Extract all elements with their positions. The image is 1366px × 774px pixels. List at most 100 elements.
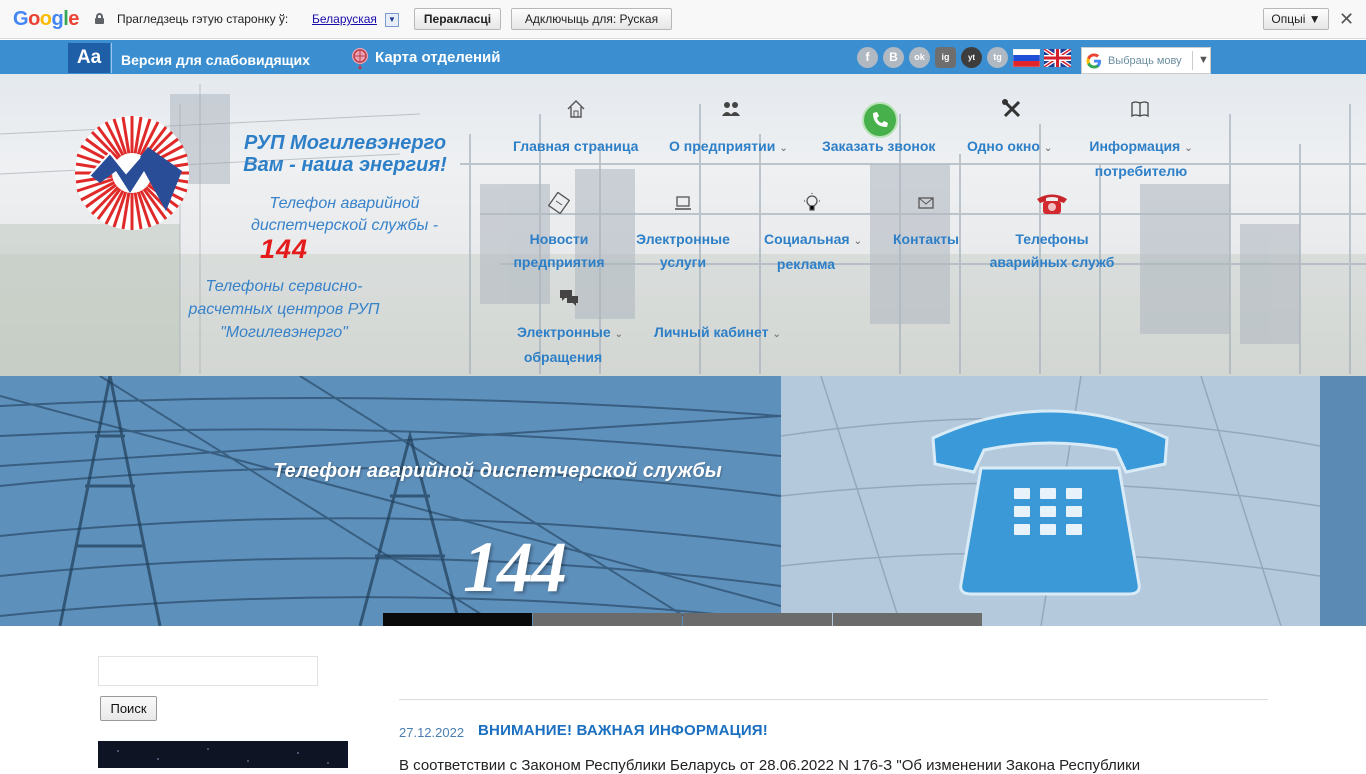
- language-select[interactable]: Выбраць мову ▼: [1081, 47, 1211, 74]
- google-logo: Google: [13, 8, 79, 30]
- service-line2: расчетных центров РУП: [188, 301, 380, 318]
- chevron-down-icon: ⌄: [772, 329, 781, 340]
- nav-emergency-label-1: Телефоны: [1015, 231, 1089, 247]
- envelope-icon: [918, 197, 934, 209]
- nav-eappeals-label-2: обращения: [523, 349, 603, 365]
- google-translate-bar: Google Прагледзець гэтую старонку ў: Бел…: [0, 0, 1366, 39]
- nav-emergency-phones[interactable]: Телефоны аварийных служб: [988, 228, 1116, 274]
- youtube-icon[interactable]: yt: [961, 47, 982, 68]
- nav-emergency-label-2: аварийных служб: [989, 254, 1115, 270]
- service-line1: Телефоны сервисно-: [205, 278, 363, 295]
- nav-news-label-2: предприятия: [513, 254, 605, 270]
- home-icon: [567, 100, 585, 118]
- slide-title: Телефон аварийной диспетчерской службы: [273, 460, 722, 482]
- disable-translate-button[interactable]: Адключыць для: Руская: [511, 8, 672, 30]
- close-icon[interactable]: ✕: [1339, 9, 1354, 30]
- map-pin-icon[interactable]: [349, 47, 371, 69]
- emergency-label-line2: диспетчерской службы -: [250, 217, 439, 234]
- post-excerpt: В соответствии с Законом Республики Бела…: [399, 757, 1141, 774]
- tools-icon: [1002, 99, 1021, 118]
- nav-info-label-1: Информация: [1089, 138, 1181, 154]
- slider-dot-4[interactable]: [833, 613, 982, 626]
- laptop-icon: [675, 196, 691, 210]
- nav-eservices-label-1: Электронные: [636, 231, 730, 247]
- chevron-down-icon: ⌄: [779, 143, 788, 154]
- search-button[interactable]: Поиск: [100, 696, 157, 721]
- chevron-down-icon: ⌄: [614, 329, 624, 340]
- instagram-icon[interactable]: ig: [935, 47, 956, 68]
- nav-about-label: О предприятии: [669, 138, 776, 154]
- divider: [1192, 51, 1193, 70]
- nav-home[interactable]: Главная страница: [513, 135, 638, 158]
- emergency-label-line1: Телефон аварийной: [269, 195, 420, 212]
- service-centers-link[interactable]: Телефоны сервисно- расчетных центров РУП…: [170, 275, 398, 344]
- post-date: 27.12.2022: [399, 725, 465, 740]
- divider: [399, 699, 1268, 700]
- russian-flag-icon[interactable]: [1013, 49, 1040, 67]
- company-slogan: РУП Могилевэнерго Вам - наша энергия!: [220, 132, 470, 176]
- accessibility-aa-icon[interactable]: Aa: [68, 43, 110, 73]
- chevron-down-icon: ⌄: [1184, 143, 1193, 154]
- language-select-label: Выбраць мову: [1108, 55, 1182, 67]
- chat-bubbles-icon: [560, 290, 578, 306]
- nav-news[interactable]: Новости предприятия: [513, 228, 605, 274]
- dropdown-arrow-icon[interactable]: ▼: [385, 13, 399, 27]
- post-title-link[interactable]: ВНИМАНИЕ! ВАЖНАЯ ИНФОРМАЦИЯ!: [478, 722, 768, 739]
- search-input[interactable]: [98, 656, 318, 686]
- nav-cabinet-label: Личный кабинет: [654, 324, 769, 340]
- nav-consumer-info[interactable]: Информация ⌄ потребителю: [1086, 135, 1196, 183]
- slide-edge: [1320, 376, 1366, 626]
- options-button[interactable]: Опцыі ▼: [1263, 8, 1329, 30]
- vk-icon[interactable]: B: [883, 47, 904, 68]
- google-g-icon: [1086, 53, 1101, 69]
- company-tagline: Вам - наша энергия!: [243, 154, 447, 176]
- hero-slider[interactable]: Телефон аварийной диспетчерской службы 1…: [0, 376, 1366, 626]
- emergency-phone-label: Телефон аварийной диспетчерской службы -: [222, 193, 467, 237]
- power-lines-image: [0, 376, 782, 626]
- uk-flag-icon[interactable]: [1044, 49, 1071, 67]
- low-vision-link[interactable]: Версия для слабовидящих: [121, 52, 310, 68]
- newspaper-icon: [548, 192, 570, 214]
- nav-personal-cabinet[interactable]: Личный кабинет ⌄: [654, 321, 781, 346]
- phone-call-icon: [862, 102, 898, 138]
- nav-callback[interactable]: Заказать звонок: [822, 135, 935, 158]
- nav-social-label-1: Социальная: [764, 231, 850, 247]
- slide-background: [0, 376, 782, 626]
- people-icon: [722, 102, 740, 116]
- facebook-icon[interactable]: f: [857, 47, 878, 68]
- nav-about[interactable]: О предприятии ⌄: [669, 135, 788, 160]
- nav-news-label-1: Новости: [529, 231, 589, 247]
- odnoklassniki-icon[interactable]: ok: [909, 47, 930, 68]
- nav-one-window[interactable]: Одно окно ⌄: [967, 135, 1052, 160]
- slide-phone-image: [780, 376, 1321, 626]
- telephone-icon: [780, 376, 1321, 626]
- translate-prompt: Прагледзець гэтую старонку ў:: [117, 12, 289, 26]
- telegram-icon[interactable]: tg: [987, 47, 1008, 68]
- nav-eappeals-label-1: Электронные: [516, 324, 611, 340]
- slider-dot-2[interactable]: [533, 613, 682, 626]
- chevron-down-icon: ⌄: [1043, 143, 1053, 154]
- nav-social-ads[interactable]: Социальная ⌄ реклама: [761, 228, 865, 276]
- nav-eservices[interactable]: Электронные услуги: [635, 228, 731, 274]
- nav-contacts[interactable]: Контакты: [893, 228, 959, 251]
- nav-eappeals[interactable]: Электронные ⌄ обращения: [513, 321, 627, 369]
- sidebar-banner-image[interactable]: [98, 741, 348, 768]
- lock-icon: [95, 13, 104, 24]
- emergency-number[interactable]: 144: [260, 234, 308, 265]
- slider-dot-3[interactable]: [683, 613, 832, 626]
- lightbulb-icon: [804, 193, 820, 211]
- slider-dot-1[interactable]: [383, 613, 532, 626]
- nav-one-window-label: Одно окно: [967, 138, 1040, 154]
- red-telephone-icon: [1037, 194, 1067, 214]
- chevron-down-icon: ⌄: [853, 236, 862, 247]
- night-city-image: [117, 748, 329, 764]
- branches-map-link[interactable]: Карта отделений: [375, 49, 500, 66]
- book-icon: [1131, 101, 1149, 118]
- nav-social-label-2: реклама: [776, 256, 836, 272]
- company-name: РУП Могилевэнерго: [243, 132, 447, 154]
- company-logo: [75, 116, 189, 230]
- translate-button[interactable]: Пераклaсці: [414, 8, 501, 30]
- translate-language-select[interactable]: Беларуская: [312, 12, 377, 26]
- divider: [111, 43, 112, 73]
- slide-number: 144: [463, 527, 567, 607]
